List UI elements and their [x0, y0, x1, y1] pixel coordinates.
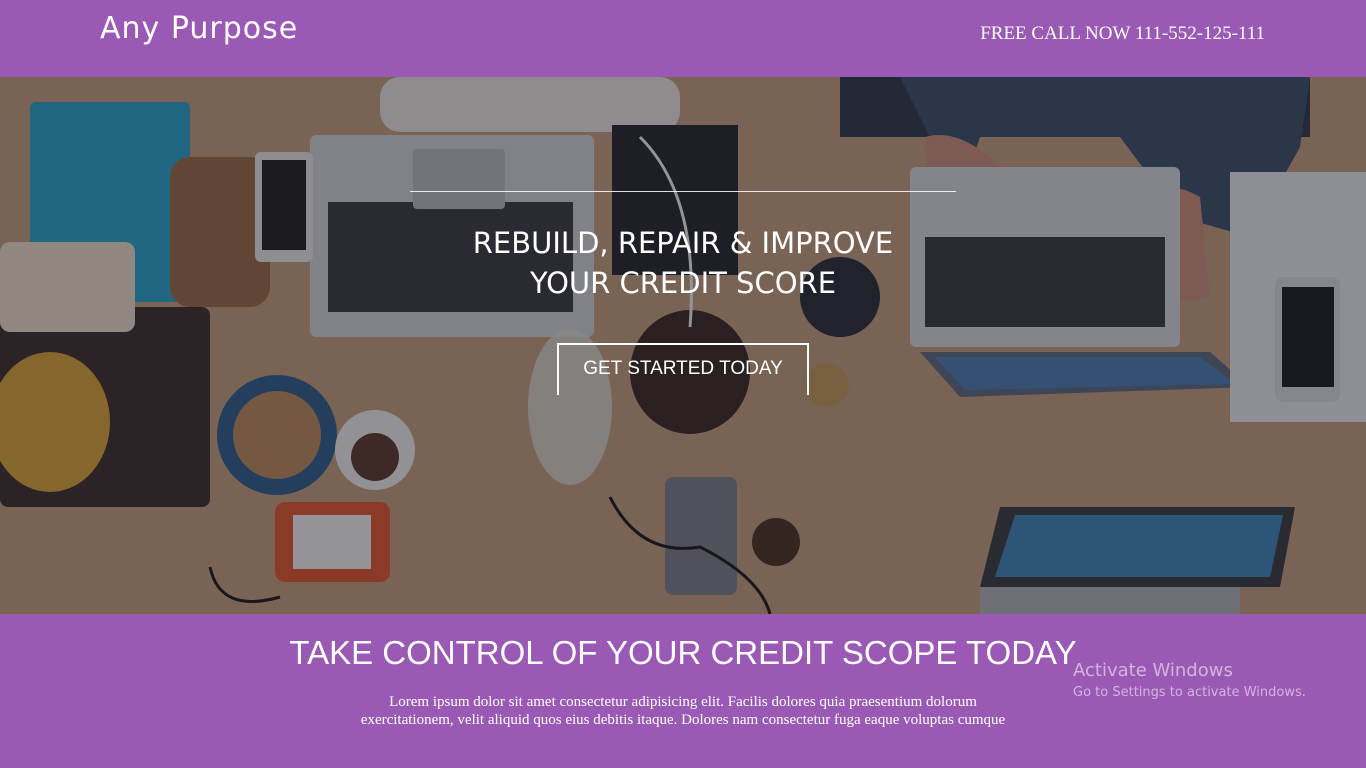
- hero-headline-line2: YOUR CREDIT SCORE: [529, 266, 837, 300]
- site-header: Any Purpose FREE CALL NOW 111-552-125-11…: [0, 0, 1366, 77]
- watermark-title: Activate Windows: [1073, 660, 1233, 681]
- section-paragraph-line2: exercitationem, velit aliquid quos eius …: [360, 712, 1006, 728]
- hero-divider: [410, 191, 956, 192]
- hero-headline-line1: REBUILD, REPAIR & IMPROVE: [472, 226, 894, 260]
- hero-headline: REBUILD, REPAIR & IMPROVE YOUR CREDIT SC…: [383, 223, 983, 303]
- activate-windows-watermark: Activate Windows Go to Settings to activ…: [1073, 660, 1306, 704]
- section-paragraph-line1: Lorem ipsum dolor sit amet consectetur a…: [389, 694, 977, 710]
- watermark-subtitle: Go to Settings to activate Windows.: [1073, 685, 1306, 700]
- hero-section: REBUILD, REPAIR & IMPROVE YOUR CREDIT SC…: [0, 77, 1366, 614]
- get-started-button[interactable]: GET STARTED TODAY: [557, 343, 809, 395]
- call-now-text[interactable]: FREE CALL NOW 111-552-125-111: [980, 23, 1265, 45]
- brand-logo[interactable]: Any Purpose: [100, 11, 298, 46]
- section-paragraph: Lorem ipsum dolor sit amet consectetur a…: [283, 693, 1083, 729]
